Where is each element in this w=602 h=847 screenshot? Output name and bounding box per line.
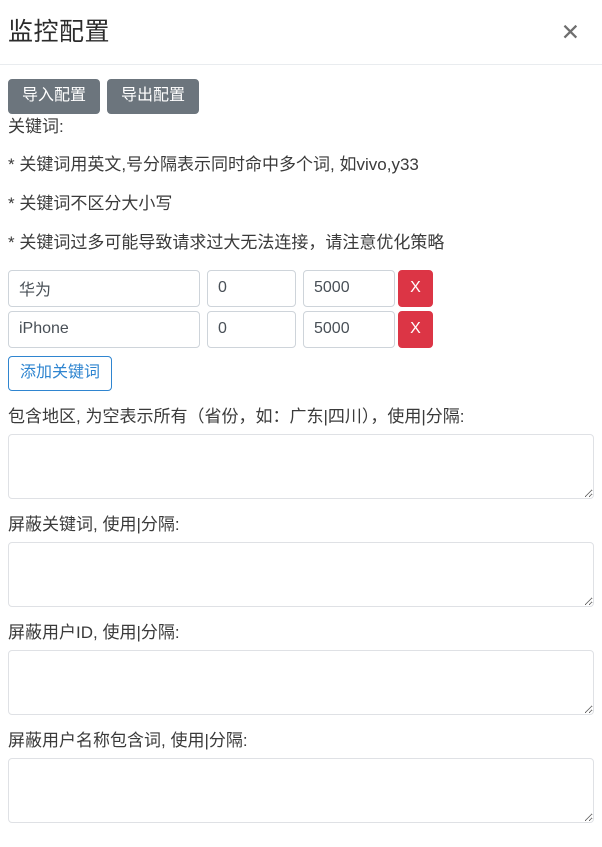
block-userid-label: 屏蔽用户ID, 使用|分隔:	[8, 622, 180, 642]
keyword-word-input[interactable]	[8, 310, 200, 348]
block-userid-field: 屏蔽用户ID, 使用|分隔:	[8, 624, 594, 715]
block-keyword-label: 屏蔽关键词, 使用|分隔:	[8, 514, 180, 534]
block-username-textarea[interactable]	[8, 757, 594, 823]
keyword-delete-button[interactable]: X	[398, 269, 433, 307]
keyword-heading: 关键词:	[8, 116, 64, 136]
keyword-min-input[interactable]	[207, 269, 296, 307]
keyword-max-input[interactable]	[303, 269, 395, 307]
keyword-hint-1: * 关键词用英文,号分隔表示同时命中多个词, 如vivo,y33	[8, 154, 419, 174]
page-title: 监控配置	[8, 18, 111, 46]
keyword-rows: X X	[8, 269, 594, 348]
block-userid-textarea[interactable]	[8, 649, 594, 715]
keyword-row: X	[8, 310, 594, 348]
keyword-hint-3: * 关键词过多可能导致请求过大无法连接，请注意优化策略	[8, 232, 445, 252]
modal-body: 导入配置 导出配置 关键词: * 关键词用英文,号分隔表示同时命中多个词, 如v…	[0, 65, 602, 823]
block-username-label: 屏蔽用户名称包含词, 使用|分隔:	[8, 730, 248, 750]
modal-header: 监控配置 ✕	[0, 0, 602, 65]
keyword-word-input[interactable]	[8, 269, 200, 307]
config-io-toolbar: 导入配置 导出配置	[8, 79, 594, 114]
block-username-field: 屏蔽用户名称包含词, 使用|分隔:	[8, 732, 594, 823]
keyword-delete-button[interactable]: X	[398, 310, 433, 348]
keyword-hints: 关键词: * 关键词用英文,号分隔表示同时命中多个词, 如vivo,y33 * …	[8, 118, 594, 251]
block-keyword-textarea[interactable]	[8, 541, 594, 607]
add-keyword-button[interactable]: 添加关键词	[8, 355, 113, 391]
include-region-label: 包含地区, 为空表示所有（省份，如：广东|四川），使用|分隔:	[8, 406, 465, 426]
keyword-max-input[interactable]	[303, 310, 395, 348]
import-config-button[interactable]: 导入配置	[8, 79, 101, 114]
include-region-textarea[interactable]	[8, 433, 594, 499]
include-region-field: 包含地区, 为空表示所有（省份，如：广东|四川），使用|分隔:	[8, 408, 594, 499]
close-icon[interactable]: ✕	[555, 17, 586, 48]
monitor-config-modal: 监控配置 ✕ 导入配置 导出配置 关键词: * 关键词用英文,号分隔表示同时命中…	[0, 0, 602, 847]
keyword-hint-2: * 关键词不区分大小写	[8, 193, 173, 213]
export-config-button[interactable]: 导出配置	[107, 79, 200, 114]
block-keyword-field: 屏蔽关键词, 使用|分隔:	[8, 516, 594, 607]
keyword-row: X	[8, 269, 594, 307]
keyword-min-input[interactable]	[207, 310, 296, 348]
